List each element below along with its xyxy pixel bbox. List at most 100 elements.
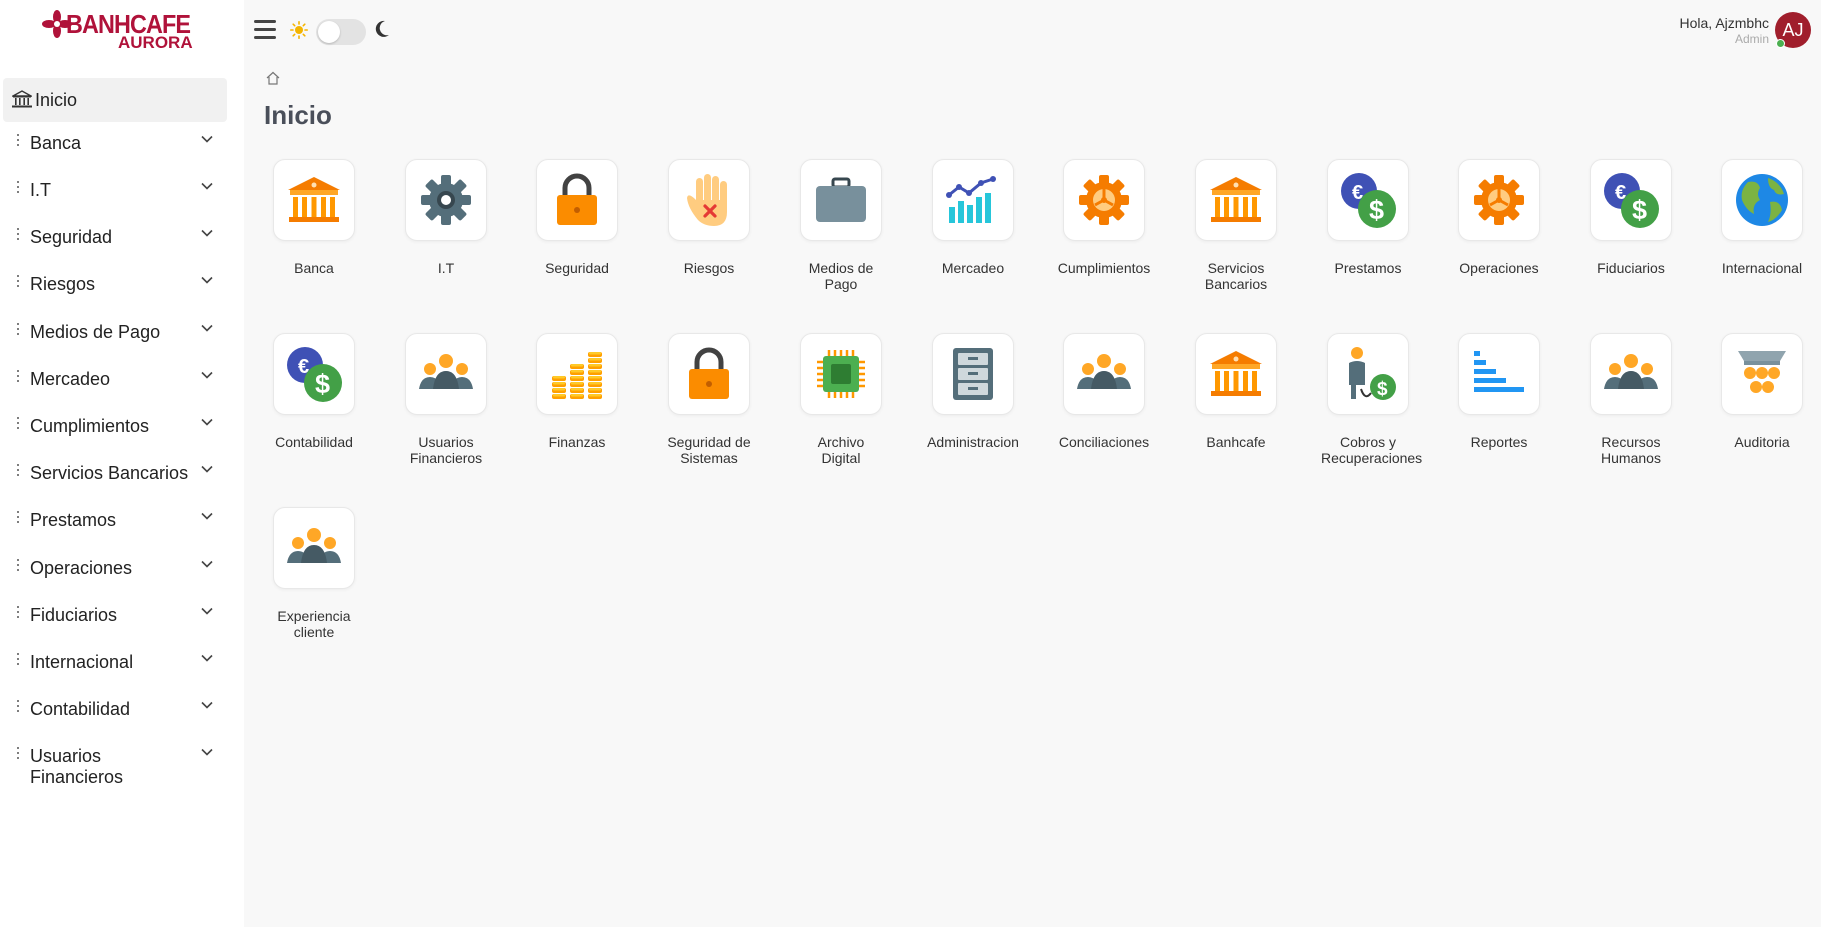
sidebar-item-inicio[interactable]: Inicio [3,78,227,122]
module-tile-internacional[interactable]: Internacional [1695,159,1821,319]
module-tile-conciliaciones[interactable]: Conciliaciones [1037,333,1169,493]
sidebar-item-label: Servicios Bancarios [30,463,189,483]
module-tile-servicios-bancarios[interactable]: Servicios Bancarios [1169,159,1301,319]
drag-handle-icon[interactable] [17,747,21,761]
chevron-down-icon[interactable] [201,276,213,284]
drag-handle-icon[interactable] [17,653,21,667]
menu-toggle-button[interactable] [254,20,276,40]
bank-icon [1195,159,1277,241]
avatar[interactable]: AJ [1775,12,1811,48]
chevron-down-icon[interactable] [201,465,213,473]
module-tile-experiencia-cliente[interactable]: Experiencia cliente [247,507,379,667]
sidebar-item-prestamos[interactable]: Prestamos [0,502,244,546]
module-tile-banca[interactable]: Banca [247,159,379,319]
sidebar-item-contabilidad[interactable]: Contabilidad [0,691,244,735]
people-group-icon [405,333,487,415]
module-tile-prestamos[interactable]: € $ Prestamos [1301,159,1433,319]
module-label: Internacional [1721,260,1803,276]
chevron-down-icon[interactable] [201,654,213,662]
chevron-down-icon[interactable] [201,701,213,709]
orange-gear-icon [1063,159,1145,241]
theme-toggle[interactable] [316,19,366,45]
sidebar-item-riesgos[interactable]: Riesgos [0,266,244,310]
chevron-down-icon[interactable] [201,607,213,615]
module-tile-auditoria[interactable]: Auditoria [1695,333,1821,493]
module-tile-reportes[interactable]: Reportes [1432,333,1564,493]
chevron-down-icon[interactable] [201,418,213,426]
chevron-down-icon[interactable] [201,324,213,332]
module-tile-seguridad-de-sistemas[interactable]: Seguridad de Sistemas [642,333,774,493]
module-label: Seguridad de Sistemas [667,434,751,466]
module-tile-archivo-digital[interactable]: Archivo Digital [774,333,906,493]
module-tile-cumplimientos[interactable]: Cumplimientos [1037,159,1169,319]
module-tile-riesgos[interactable]: Riesgos [642,159,774,319]
coins-icon [536,333,618,415]
sidebar-item-banca[interactable]: Banca [0,125,244,169]
sidebar-item-medios-de-pago[interactable]: Medios de Pago [0,314,244,358]
drag-handle-icon[interactable] [17,700,21,714]
sidebar-item-seguridad[interactable]: Seguridad [0,219,244,263]
chevron-down-icon[interactable] [201,182,213,190]
module-tile-medios-de-pago[interactable]: Medios de Pago [774,159,906,319]
chevron-down-icon[interactable] [201,229,213,237]
chevron-down-icon[interactable] [201,512,213,520]
drag-handle-icon[interactable] [17,323,21,337]
module-label: Riesgos [683,260,735,276]
module-tile-contabilidad[interactable]: € $ Contabilidad [247,333,379,493]
module-label: Medios de Pago [808,260,874,292]
avatar-initials: AJ [1782,19,1804,40]
module-tile-banhcafe[interactable]: Banhcafe [1169,333,1301,493]
module-tile-fiduciarios[interactable]: € $ Fiduciarios [1564,159,1696,319]
drag-handle-icon[interactable] [17,228,21,242]
sidebar-item-i-t[interactable]: I.T [0,172,244,216]
module-label: Servicios Bancarios [1204,260,1268,292]
brand-subtitle: AURORA [118,33,193,52]
drag-handle-icon[interactable] [17,606,21,620]
drag-handle-icon[interactable] [17,181,21,195]
module-tile-recursos-humanos[interactable]: Recursos Humanos [1564,333,1696,493]
filing-cabinet-icon [932,333,1014,415]
module-tile-administracion[interactable]: Administracion [906,333,1038,493]
chevron-down-icon[interactable] [201,748,213,756]
sidebar-item-cumplimientos[interactable]: Cumplimientos [0,408,244,452]
module-tile-operaciones[interactable]: Operaciones [1432,159,1564,319]
sidebar-item-operaciones[interactable]: Operaciones [0,550,244,594]
sidebar-item-mercadeo[interactable]: Mercadeo [0,361,244,405]
module-tile-cobros-y-recuperaciones[interactable]: $ Cobros y Recuperaciones [1301,333,1433,493]
sidebar-item-label: Fiduciarios [30,605,118,625]
module-label: I.T [437,260,455,276]
sidebar-item-label: Usuarios Financieros [30,746,124,787]
drag-handle-icon[interactable] [17,511,21,525]
breadcrumb-home-icon[interactable] [266,71,280,85]
module-label: Mercadeo [941,260,1005,276]
bank-icon [273,159,355,241]
online-status-dot [1776,39,1785,48]
sidebar-item-internacional[interactable]: Internacional [0,644,244,688]
module-tile-seguridad[interactable]: Seguridad [510,159,642,319]
sun-icon [290,21,308,39]
module-label: Reportes [1470,434,1528,450]
chevron-down-icon[interactable] [201,560,213,568]
module-tile-finanzas[interactable]: Finanzas [510,333,642,493]
drag-handle-icon[interactable] [17,559,21,573]
drag-handle-icon[interactable] [17,370,21,384]
drag-handle-icon[interactable] [17,417,21,431]
chevron-down-icon[interactable] [201,135,213,143]
orange-gear-icon [1458,159,1540,241]
module-label: Usuarios Financieros [409,434,483,466]
module-tile-mercadeo[interactable]: Mercadeo [906,159,1038,319]
module-tile-usuarios-financieros[interactable]: Usuarios Financieros [379,333,511,493]
sidebar-item-servicios-bancarios[interactable]: Servicios Bancarios [0,455,244,499]
drag-handle-icon[interactable] [17,275,21,289]
svg-text:$: $ [315,369,330,399]
gear-icon [405,159,487,241]
module-tile-i-t[interactable]: I.T [379,159,511,319]
drag-handle-icon[interactable] [17,464,21,478]
drag-handle-icon[interactable] [17,134,21,148]
chevron-down-icon[interactable] [201,371,213,379]
banhcafe-logo[interactable]: BANHCAFE AURORA [40,8,200,52]
module-label: Operaciones [1459,260,1539,276]
lock-icon [668,333,750,415]
sidebar-item-fiduciarios[interactable]: Fiduciarios [0,597,244,641]
sidebar-item-usuarios-financieros[interactable]: Usuarios Financieros [0,738,244,787]
